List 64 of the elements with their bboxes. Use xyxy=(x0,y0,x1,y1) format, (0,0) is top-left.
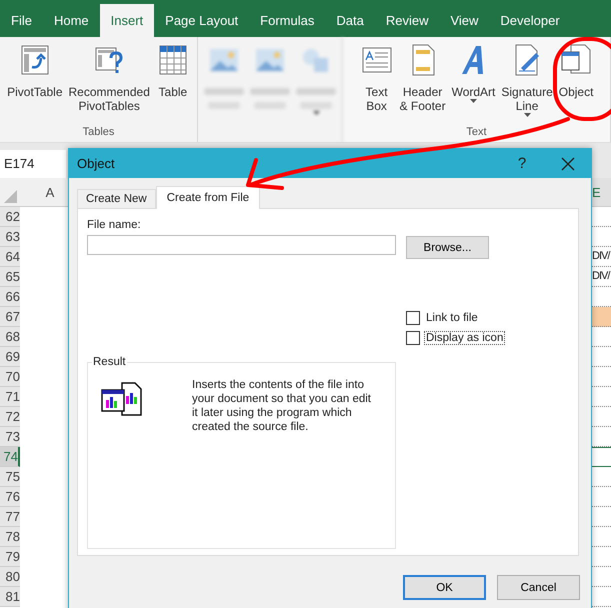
ribbon-button[interactable]: Object xyxy=(556,37,596,126)
description-text: Inserts the contents of the file into your document so that you can edit it later using the program which created the source file. xyxy=(192,378,372,434)
blurred-label-icon xyxy=(204,85,244,111)
checkbox[interactable] xyxy=(406,331,420,345)
ribbon-button[interactable]: WordArt xyxy=(448,37,498,126)
dialog-button[interactable]: Cancel xyxy=(497,575,580,600)
documents-icon xyxy=(100,382,144,416)
checkbox-label[interactable]: Link to file xyxy=(424,311,480,325)
name-box[interactable]: E174 xyxy=(0,150,66,178)
ribbon-tab[interactable]: Insert xyxy=(100,4,154,37)
ribbon-tab[interactable]: Home xyxy=(42,4,100,37)
row-header[interactable]: 69 xyxy=(0,347,20,367)
row-header[interactable]: 64 xyxy=(0,247,20,267)
ribbon-tab[interactable]: Data xyxy=(325,4,375,37)
row-header[interactable]: 68 xyxy=(0,327,20,347)
row-header[interactable]: 70 xyxy=(0,367,20,387)
ribbon-button[interactable]: Header & Footer xyxy=(396,37,449,126)
field-label: File name: xyxy=(87,219,142,233)
row-header[interactable]: 63 xyxy=(0,227,20,247)
row-header[interactable]: 73 xyxy=(0,427,20,447)
checkbox-label[interactable]: Display as icon xyxy=(424,331,506,345)
group-label: Tables xyxy=(82,126,114,140)
row-header[interactable]: 71 xyxy=(0,387,20,407)
ribbon-tab[interactable]: Developer xyxy=(489,4,571,37)
group-label: Result xyxy=(92,356,127,368)
group-label: Text xyxy=(466,126,487,140)
row-header[interactable]: 77 xyxy=(0,507,20,527)
ribbon-button[interactable]: Signature Line xyxy=(498,37,556,126)
row-header[interactable]: 74 xyxy=(0,447,20,467)
browse-button[interactable]: Browse... xyxy=(406,236,489,259)
ribbon-tab[interactable]: Formulas xyxy=(249,4,326,37)
close-icon xyxy=(561,156,575,170)
row-header[interactable]: 75 xyxy=(0,467,20,487)
dialog-button[interactable]: OK xyxy=(403,575,486,600)
column-header[interactable]: E xyxy=(592,178,611,206)
ribbon-tab[interactable]: Page Layout xyxy=(154,4,250,37)
row-header[interactable]: 78 xyxy=(0,527,20,547)
checkbox[interactable] xyxy=(406,311,420,325)
help-button[interactable]: ? xyxy=(499,154,545,173)
ribbon-button[interactable]: PivotTable xyxy=(4,37,66,126)
ribbon-tab[interactable]: Review xyxy=(374,4,440,37)
row-header[interactable]: 66 xyxy=(0,287,20,307)
tab[interactable]: Create from File xyxy=(156,186,260,209)
row-header[interactable]: 81 xyxy=(0,587,20,607)
row-header[interactable]: 67 xyxy=(0,307,20,327)
blurred-label-icon xyxy=(296,85,336,111)
row-header[interactable]: 72 xyxy=(0,407,20,427)
row-header[interactable]: 79 xyxy=(0,547,20,567)
file-name-field[interactable] xyxy=(87,235,396,255)
row-header[interactable]: 76 xyxy=(0,487,20,507)
blurred-label-icon xyxy=(250,85,290,111)
caret-icon xyxy=(524,113,531,117)
window-title: Object xyxy=(77,156,115,171)
row-header[interactable]: 65 xyxy=(0,267,20,287)
tab[interactable]: Create New xyxy=(77,189,156,208)
ribbon-button[interactable]: Recommended PivotTables xyxy=(66,37,153,126)
caret-icon xyxy=(470,99,477,103)
ribbon-tab[interactable]: File xyxy=(0,4,43,37)
ribbon-button[interactable]: Table xyxy=(152,37,193,126)
ribbon-tab[interactable]: View xyxy=(439,4,490,37)
caret-icon xyxy=(312,111,320,115)
row-header[interactable]: 62 xyxy=(0,207,20,227)
row-header[interactable]: 80 xyxy=(0,567,20,587)
ribbon-button[interactable]: Text Box xyxy=(356,37,397,126)
